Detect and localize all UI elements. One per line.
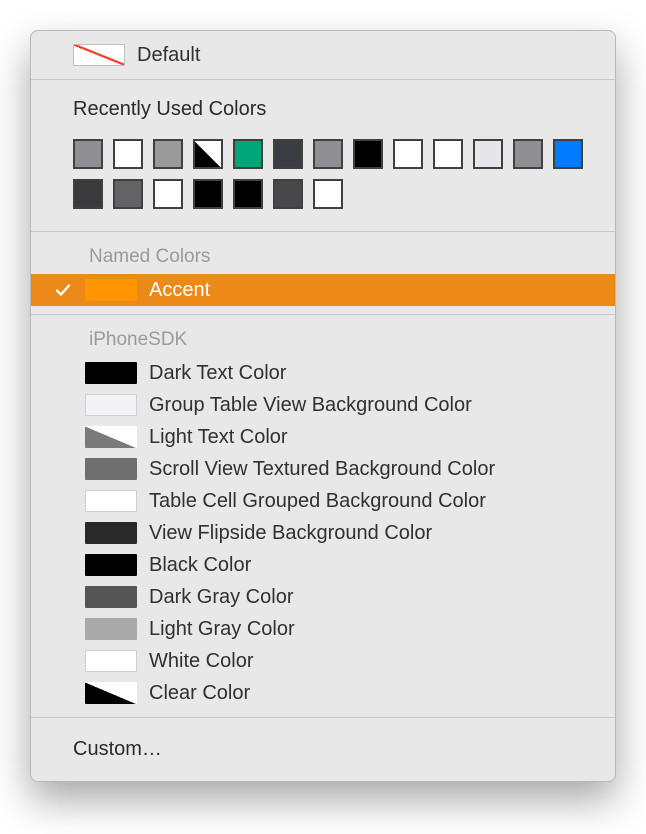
default-swatch-icon xyxy=(73,44,125,66)
recent-swatch-5[interactable] xyxy=(273,139,303,169)
recent-swatch-9[interactable] xyxy=(433,139,463,169)
sdk-color-dark-gray-color[interactable]: Dark Gray Color xyxy=(31,581,615,613)
color-label: View Flipside Background Color xyxy=(149,522,432,545)
color-label: Light Text Color xyxy=(149,426,288,449)
recent-swatch-11[interactable] xyxy=(513,139,543,169)
recent-colors-grid xyxy=(73,139,593,209)
recent-swatch-18[interactable] xyxy=(273,179,303,209)
named-colors-header: Named Colors xyxy=(31,240,615,274)
color-label: White Color xyxy=(149,650,253,673)
swatch-icon xyxy=(85,426,137,448)
color-label: Black Color xyxy=(149,554,251,577)
recent-swatch-12[interactable] xyxy=(553,139,583,169)
recent-swatch-15[interactable] xyxy=(153,179,183,209)
recent-swatch-2[interactable] xyxy=(153,139,183,169)
color-label: Group Table View Background Color xyxy=(149,394,472,417)
default-color-row[interactable]: Default xyxy=(31,39,615,71)
swatch-icon xyxy=(85,522,137,544)
color-label: Dark Text Color xyxy=(149,362,286,385)
accent-swatch-icon xyxy=(85,279,137,301)
swatch-icon xyxy=(85,586,137,608)
iphonesdk-header: iPhoneSDK xyxy=(31,323,615,357)
recent-swatch-0[interactable] xyxy=(73,139,103,169)
custom-label: Custom… xyxy=(73,738,162,760)
recent-swatch-6[interactable] xyxy=(313,139,343,169)
custom-color-button[interactable]: Custom… xyxy=(31,726,615,773)
named-color-accent[interactable]: Accent xyxy=(31,274,615,306)
color-label: Dark Gray Color xyxy=(149,586,293,609)
color-label: Table Cell Grouped Background Color xyxy=(149,490,486,513)
sdk-color-scroll-view-textured-background-color[interactable]: Scroll View Textured Background Color xyxy=(31,453,615,485)
checkmark-icon xyxy=(55,282,71,298)
color-label: Clear Color xyxy=(149,682,250,705)
swatch-icon xyxy=(85,394,137,416)
recent-swatch-3[interactable] xyxy=(193,139,223,169)
sdk-color-group-table-view-background-color[interactable]: Group Table View Background Color xyxy=(31,389,615,421)
color-label: Light Gray Color xyxy=(149,618,295,641)
swatch-icon xyxy=(85,554,137,576)
sdk-color-dark-text-color[interactable]: Dark Text Color xyxy=(31,357,615,389)
recent-swatch-7[interactable] xyxy=(353,139,383,169)
swatch-icon xyxy=(85,650,137,672)
swatch-icon xyxy=(85,618,137,640)
recent-swatch-1[interactable] xyxy=(113,139,143,169)
sdk-color-light-gray-color[interactable]: Light Gray Color xyxy=(31,613,615,645)
swatch-icon xyxy=(85,362,137,384)
sdk-color-clear-color[interactable]: Clear Color xyxy=(31,677,615,709)
swatch-icon xyxy=(85,490,137,512)
sdk-color-table-cell-grouped-background-color[interactable]: Table Cell Grouped Background Color xyxy=(31,485,615,517)
sdk-color-view-flipside-background-color[interactable]: View Flipside Background Color xyxy=(31,517,615,549)
recent-swatch-16[interactable] xyxy=(193,179,223,209)
swatch-icon xyxy=(85,458,137,480)
recent-swatch-17[interactable] xyxy=(233,179,263,209)
recent-colors-title: Recently Used Colors xyxy=(31,88,615,131)
swatch-icon xyxy=(85,682,137,704)
recent-swatch-19[interactable] xyxy=(313,179,343,209)
default-label: Default xyxy=(137,44,200,67)
sdk-color-white-color[interactable]: White Color xyxy=(31,645,615,677)
sdk-color-black-color[interactable]: Black Color xyxy=(31,549,615,581)
recent-swatch-10[interactable] xyxy=(473,139,503,169)
color-picker-panel: Default Recently Used Colors Named Color… xyxy=(30,30,616,782)
recent-swatch-13[interactable] xyxy=(73,179,103,209)
recent-swatch-14[interactable] xyxy=(113,179,143,209)
recent-swatch-8[interactable] xyxy=(393,139,423,169)
color-label: Scroll View Textured Background Color xyxy=(149,458,495,481)
recent-swatch-4[interactable] xyxy=(233,139,263,169)
sdk-color-light-text-color[interactable]: Light Text Color xyxy=(31,421,615,453)
accent-label: Accent xyxy=(149,279,210,302)
